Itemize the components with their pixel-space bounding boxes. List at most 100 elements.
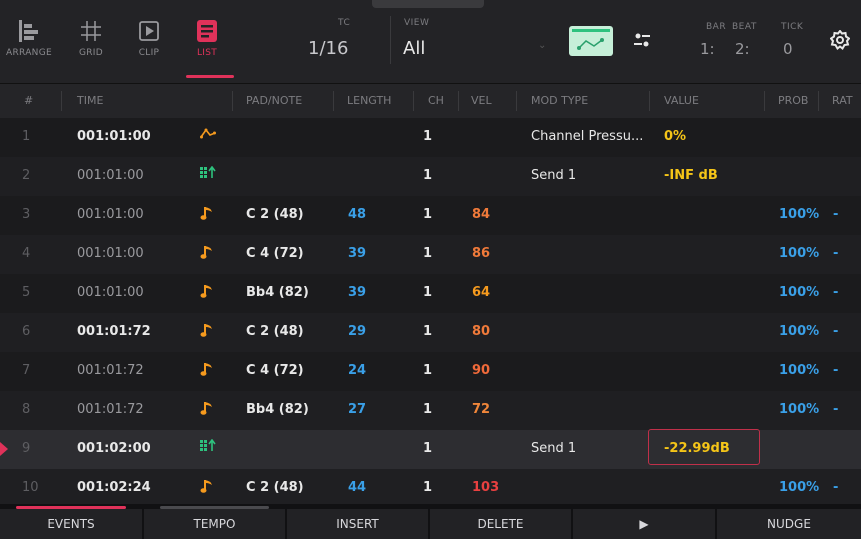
row-channel[interactable]: 1 xyxy=(423,168,432,183)
row-channel[interactable]: 1 xyxy=(423,402,432,417)
row-channel[interactable]: 1 xyxy=(423,246,432,261)
row-value[interactable]: -22.99dB xyxy=(664,441,730,456)
automation-mode-button[interactable] xyxy=(569,26,613,56)
row-pad-note[interactable]: C 4 (72) xyxy=(246,246,304,261)
row-probability[interactable]: 100% xyxy=(779,285,819,300)
gear-icon[interactable] xyxy=(829,29,851,54)
table-row[interactable]: 6 001:01:72 C 2 (48) 29 1 80 100% - xyxy=(0,313,861,352)
row-ratchet[interactable]: - xyxy=(833,363,838,378)
table-row[interactable]: 7 001:01:72 C 4 (72) 24 1 90 100% - xyxy=(0,352,861,391)
row-length[interactable]: 24 xyxy=(348,363,366,378)
row-channel[interactable]: 1 xyxy=(423,324,432,339)
col-mod-type: MOD TYPE xyxy=(531,94,589,107)
row-time[interactable]: 001:01:72 xyxy=(77,324,151,339)
row-pad-note[interactable]: C 2 (48) xyxy=(246,480,304,495)
row-mod-type[interactable]: Send 1 xyxy=(531,441,576,456)
row-velocity[interactable]: 84 xyxy=(472,207,490,222)
row-value[interactable]: -INF dB xyxy=(664,168,718,183)
row-ratchet[interactable]: - xyxy=(833,480,838,495)
tab-clip[interactable]: CLIP xyxy=(120,14,178,76)
row-pad-note[interactable]: Bb4 (82) xyxy=(246,285,309,300)
row-time[interactable]: 001:01:72 xyxy=(77,402,144,417)
row-channel[interactable]: 1 xyxy=(423,129,432,144)
table-row[interactable]: 10 001:02:24 C 2 (48) 44 1 103 100% - xyxy=(0,469,861,508)
row-time[interactable]: 001:01:00 xyxy=(77,129,151,144)
row-channel[interactable]: 1 xyxy=(423,363,432,378)
divider xyxy=(390,16,391,64)
row-length[interactable]: 39 xyxy=(348,246,366,261)
row-channel[interactable]: 1 xyxy=(423,207,432,222)
tab-list-label: LIST xyxy=(196,48,218,58)
row-velocity[interactable]: 90 xyxy=(472,363,490,378)
row-velocity[interactable]: 103 xyxy=(472,480,499,495)
row-ratchet[interactable]: - xyxy=(833,285,838,300)
row-channel[interactable]: 1 xyxy=(423,285,432,300)
row-length[interactable]: 27 xyxy=(348,402,366,417)
tab-arrange[interactable]: ARRANGE xyxy=(0,14,58,76)
insert-button[interactable]: INSERT xyxy=(287,509,428,539)
clip-icon xyxy=(120,14,178,48)
delete-button[interactable]: DELETE xyxy=(430,509,571,539)
row-length[interactable]: 48 xyxy=(348,207,366,222)
row-probability[interactable]: 100% xyxy=(779,480,819,495)
column-header-row: # TIME PAD/NOTE LENGTH CH VEL MOD TYPE V… xyxy=(0,83,861,118)
row-index: 8 xyxy=(22,402,31,417)
play-button[interactable]: ▶ xyxy=(573,509,715,539)
tab-grid[interactable]: GRID xyxy=(62,14,120,76)
table-row[interactable]: 4 001:01:00 C 4 (72) 39 1 86 100% - xyxy=(0,235,861,274)
row-mod-type[interactable]: Send 1 xyxy=(531,168,576,183)
table-row[interactable]: 1 001:01:00 1 Channel Pressu... 0% xyxy=(0,118,861,157)
beat-value[interactable]: 2: xyxy=(735,40,750,58)
bar-value[interactable]: 1: xyxy=(700,40,715,58)
row-pad-note[interactable]: Bb4 (82) xyxy=(246,402,309,417)
row-velocity[interactable]: 86 xyxy=(472,246,490,261)
note-icon xyxy=(200,400,214,420)
row-pad-note[interactable]: C 2 (48) xyxy=(246,207,304,222)
row-probability[interactable]: 100% xyxy=(779,246,819,261)
tempo-button[interactable]: TEMPO xyxy=(144,506,285,539)
row-probability[interactable]: 100% xyxy=(779,324,819,339)
row-probability[interactable]: 100% xyxy=(779,207,819,222)
row-time[interactable]: 001:01:72 xyxy=(77,363,144,378)
tick-value[interactable]: 0 xyxy=(783,40,793,58)
row-time[interactable]: 001:01:00 xyxy=(77,168,144,183)
events-button[interactable]: EVENTS xyxy=(0,506,142,539)
row-mod-type[interactable]: Channel Pressu... xyxy=(531,129,643,144)
col-value: VALUE xyxy=(664,94,699,107)
table-row[interactable]: 8 001:01:72 Bb4 (82) 27 1 72 100% - xyxy=(0,391,861,430)
table-row[interactable]: 5 001:01:00 Bb4 (82) 39 1 64 100% - xyxy=(0,274,861,313)
row-ratchet[interactable]: - xyxy=(833,324,838,339)
table-row[interactable]: 2 001:01:00 1 Send 1 -INF dB xyxy=(0,157,861,196)
tab-list[interactable]: LIST xyxy=(178,14,236,78)
row-probability[interactable]: 100% xyxy=(779,402,819,417)
chevron-down-icon[interactable]: ⌄ xyxy=(538,40,546,51)
table-row[interactable]: 3 001:01:00 C 2 (48) 48 1 84 100% - xyxy=(0,196,861,235)
tc-value[interactable]: 1/16 xyxy=(308,38,348,59)
row-ratchet[interactable]: - xyxy=(833,402,838,417)
row-index: 3 xyxy=(22,207,31,222)
settings-sliders-icon[interactable] xyxy=(634,32,650,52)
row-velocity[interactable]: 72 xyxy=(472,402,490,417)
row-ratchet[interactable]: - xyxy=(833,207,838,222)
row-velocity[interactable]: 80 xyxy=(472,324,490,339)
row-length[interactable]: 44 xyxy=(348,480,366,495)
col-separator xyxy=(818,91,819,111)
row-probability[interactable]: 100% xyxy=(779,363,819,378)
row-time[interactable]: 001:01:00 xyxy=(77,207,144,222)
row-time[interactable]: 001:02:00 xyxy=(77,441,151,456)
table-row[interactable]: 9 001:02:00 1 Send 1 -22.99dB xyxy=(0,429,861,469)
row-time[interactable]: 001:01:00 xyxy=(77,246,144,261)
nudge-button[interactable]: NUDGE xyxy=(717,509,861,539)
row-channel[interactable]: 1 xyxy=(423,441,432,456)
row-pad-note[interactable]: C 4 (72) xyxy=(246,363,304,378)
row-value[interactable]: 0% xyxy=(664,129,686,144)
row-channel[interactable]: 1 xyxy=(423,480,432,495)
row-time[interactable]: 001:02:24 xyxy=(77,480,151,495)
row-time[interactable]: 001:01:00 xyxy=(77,285,144,300)
row-ratchet[interactable]: - xyxy=(833,246,838,261)
row-length[interactable]: 39 xyxy=(348,285,366,300)
row-length[interactable]: 29 xyxy=(348,324,366,339)
view-select[interactable]: All xyxy=(403,38,425,59)
row-pad-note[interactable]: C 2 (48) xyxy=(246,324,304,339)
row-velocity[interactable]: 64 xyxy=(472,285,490,300)
